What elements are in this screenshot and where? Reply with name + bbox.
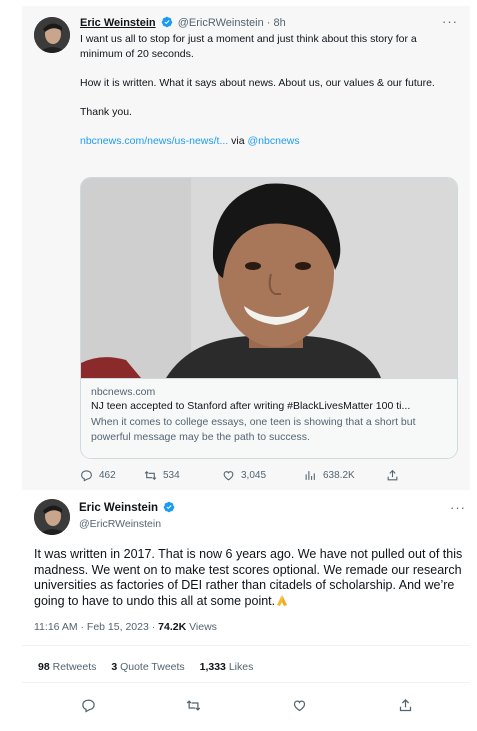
card-title: NJ teen accepted to Stanford after writi… [91,400,411,412]
retweet-icon [144,470,157,480]
retweets-label: Retweets [52,661,97,673]
likes-label: Likes [228,661,254,673]
article-link[interactable]: nbcnews.com/news/us-news/t... [80,135,228,147]
tweet-text-line: How it is written. What it says about ne… [80,76,435,89]
like-button[interactable] [292,696,307,714]
link-card[interactable]: nbcnews.com NJ teen accepted to Stanford… [80,177,458,459]
share-icon [387,469,398,480]
verified-badge-icon [163,501,175,513]
retweet-button[interactable] [186,696,201,714]
views-icon [305,470,315,480]
tweet-body: It was written in 2017. That is now 6 ye… [34,547,463,608]
quote-tweets-label: Quote Tweets [120,661,185,673]
retweets-stat[interactable]: 98 Retweets [38,661,96,673]
author-handle[interactable]: @EricRWeinstein [79,517,161,531]
views-count: 74.2K [158,621,187,633]
more-icon[interactable]: ··· [442,14,458,29]
like-icon [293,699,306,711]
tweet-link-line: nbcnews.com/news/us-news/t... via @nbcne… [80,134,460,149]
tweet-text: I want us all to stop for just a moment … [80,32,460,163]
likes-count: 1,333 [199,661,226,673]
card-description: When it comes to college essays, one tee… [91,416,416,443]
author-handle[interactable]: @EricRWeinstein [178,17,264,29]
author-name[interactable]: Eric Weinstein [79,502,158,514]
more-icon[interactable]: ··· [450,500,466,515]
views-label: Views [189,621,217,633]
retweets-count: 98 [38,661,50,673]
like-count: 3,045 [241,469,267,481]
tweet-header: Eric Weinstein @EricRWeinstein · 8h [80,16,286,30]
quote-tweets-stat[interactable]: 3 Quote Tweets [111,661,184,673]
folded-hands-emoji [275,594,289,607]
tweet-meta: 11:16 AM · Feb 15, 2023 · 74.2K Views [34,620,217,634]
via-handle-link[interactable]: @nbcnews [248,135,300,147]
like-button[interactable]: 3,045 [222,466,266,484]
card-image[interactable] [81,178,457,378]
share-button[interactable] [398,696,413,714]
reply-button[interactable] [81,696,96,714]
tweet-actions [0,696,477,714]
reply-icon [82,699,95,712]
quote-tweets-count: 3 [111,661,118,673]
like-icon [223,470,234,480]
author-avatar[interactable] [34,17,70,53]
tweet-timestamp[interactable]: 11:16 AM · Feb 15, 2023 · [34,621,155,633]
retweet-count: 534 [163,469,180,481]
retweet-button[interactable]: 534 [144,466,180,484]
divider [22,645,470,646]
tweet-text-line: Thank you. [80,105,132,118]
author-name[interactable]: Eric Weinstein [80,17,156,29]
card-domain: nbcnews.com [91,386,156,398]
tweet-text-line: I want us all to stop for just a moment … [80,33,417,60]
quoted-tweet[interactable]: Eric Weinstein @EricRWeinstein · 8h ··· … [22,6,470,490]
views-button[interactable]: 638.2K [304,466,355,484]
share-icon [399,698,412,711]
reply-count: 462 [99,469,116,481]
reply-icon [81,469,92,482]
likes-stat[interactable]: 1,333 Likes [200,661,254,673]
share-button[interactable] [386,466,399,484]
views-count: 638.2K [323,469,355,481]
tweet-text: It was written in 2017. That is now 6 ye… [34,547,464,609]
header-separator: · [266,17,271,29]
reply-button[interactable]: 462 [80,466,116,484]
divider [22,682,470,683]
author-name-row: Eric Weinstein [79,501,177,515]
author-avatar[interactable] [34,499,70,535]
tweet-time[interactable]: 8h [274,17,286,29]
tweet-stats: 98 Retweets 3 Quote Tweets 1,333 Likes [38,660,265,674]
card-body[interactable]: nbcnews.com NJ teen accepted to Stanford… [81,378,457,458]
tweet-actions: 462 534 3,045 638.2K [80,466,420,484]
via-label: via [231,134,245,147]
verified-badge-icon [161,16,173,28]
retweet-icon [186,699,201,711]
